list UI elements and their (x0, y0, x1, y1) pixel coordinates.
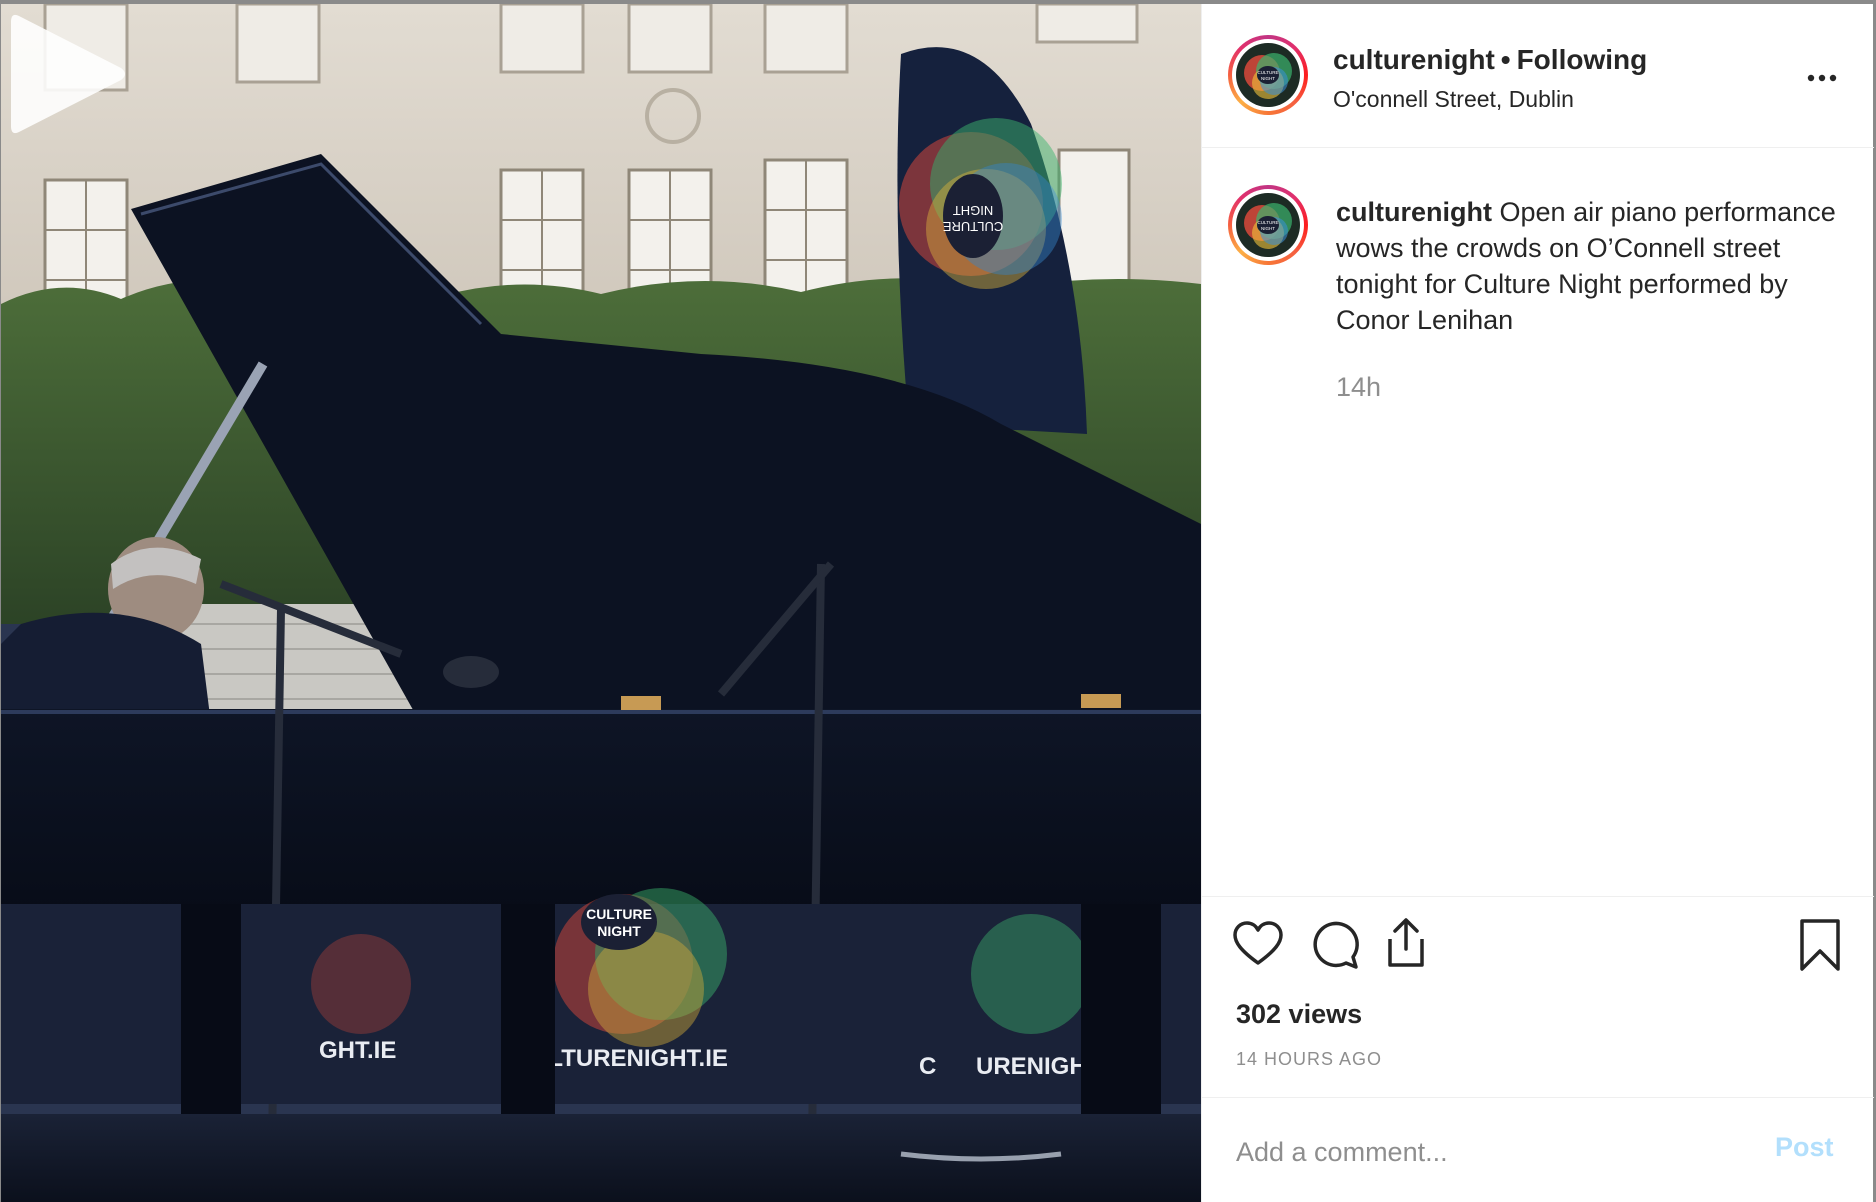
post-media-video[interactable]: CULTURE NIGHT CULTURE NIGHT GHT.IE ULTUR… (1, 4, 1201, 1202)
post-caption: culturenight Open air piano performance … (1336, 194, 1836, 338)
location-link[interactable]: O'connell Street, Dublin (1333, 86, 1574, 113)
bookmark-icon[interactable] (1792, 917, 1848, 973)
svg-text:NIGHT: NIGHT (1261, 226, 1275, 231)
banner-text-right-1: C (919, 1053, 936, 1080)
banner-text-center: ULTURENIGHT.IE (531, 1045, 728, 1072)
heart-icon[interactable] (1230, 917, 1286, 973)
banner-small-text-2: NIGHT (597, 923, 641, 939)
flag-text-2: NIGHT (953, 203, 994, 218)
view-count[interactable]: 302 views (1236, 999, 1362, 1030)
flag-text-1: CULTURE (942, 219, 1003, 234)
video-frame-illustration: CULTURE NIGHT CULTURE NIGHT GHT.IE ULTUR… (1, 4, 1201, 1202)
following-button[interactable]: Following (1517, 44, 1648, 75)
play-icon[interactable] (1, 4, 131, 144)
share-icon[interactable] (1378, 915, 1434, 971)
post-date: 14 HOURS AGO (1236, 1049, 1383, 1069)
header-avatar[interactable]: CULTURE NIGHT (1228, 35, 1308, 115)
post-actions: 302 views 14 HOURS AGO (1202, 896, 1874, 1098)
header-username[interactable]: culturenight (1333, 44, 1495, 75)
svg-text:CULTURE: CULTURE (1258, 220, 1279, 225)
culture-night-logo-icon: CULTURE NIGHT (1244, 53, 1292, 99)
culture-night-logo-icon: CULTURE NIGHT (1244, 203, 1292, 249)
comment-icon[interactable] (1306, 917, 1362, 973)
caption-avatar[interactable]: CULTURE NIGHT (1228, 185, 1308, 265)
svg-text:NIGHT: NIGHT (1261, 76, 1275, 81)
comment-input[interactable] (1236, 1128, 1706, 1176)
post-side-panel: CULTURE NIGHT culturenight • Following O'c… (1201, 4, 1874, 1202)
caption-username[interactable]: culturenight (1336, 197, 1492, 227)
banner-small-text-1: CULTURE (586, 906, 652, 922)
post-comment-button[interactable]: Post (1775, 1132, 1834, 1163)
more-icon[interactable] (1802, 58, 1842, 98)
svg-text:CULTURE: CULTURE (1258, 70, 1279, 75)
caption-timestamp[interactable]: 14h (1336, 372, 1381, 403)
header-separator: • (1500, 44, 1511, 75)
post-header: CULTURE NIGHT culturenight • Following O'c… (1202, 4, 1874, 148)
banner-text-left: GHT.IE (319, 1037, 396, 1064)
header-user-line: culturenight • Following (1333, 44, 1647, 76)
